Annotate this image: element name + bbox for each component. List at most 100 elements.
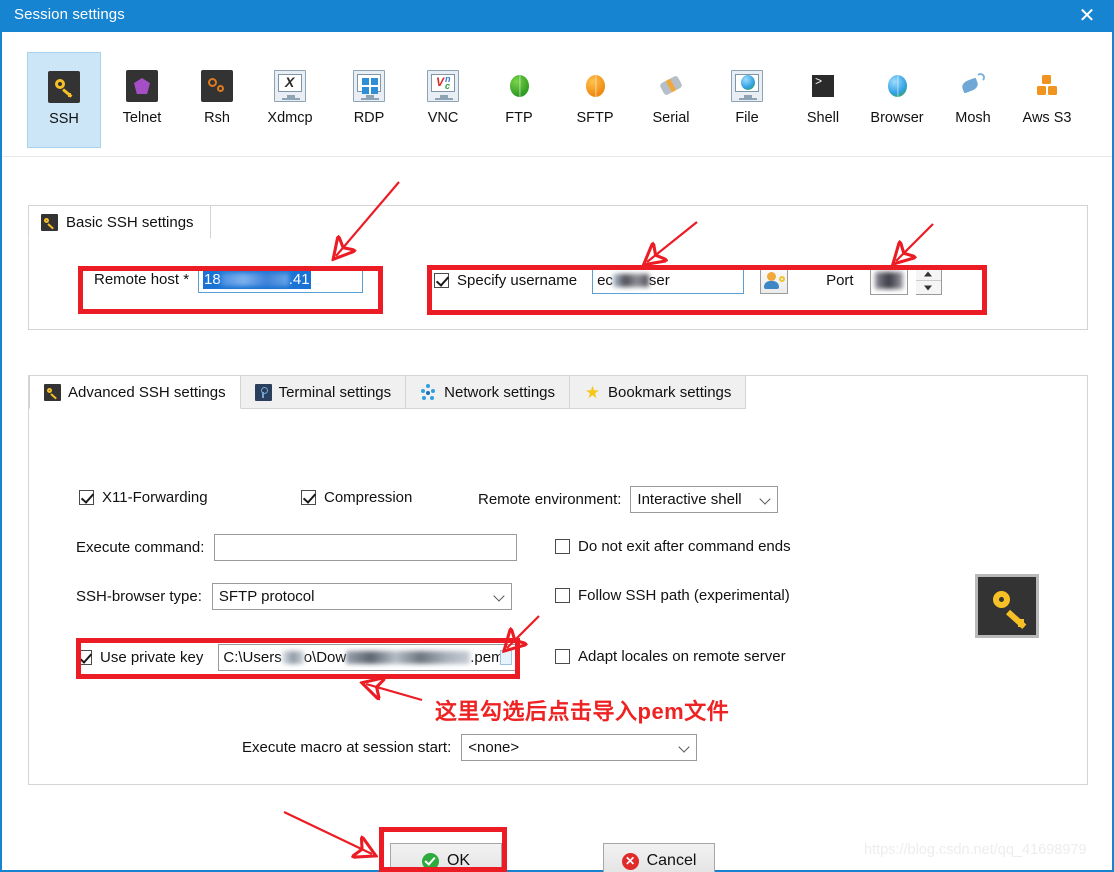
chevron-down-icon: [493, 590, 505, 602]
remote-environment-select[interactable]: Interactive shell: [630, 486, 779, 513]
do-not-exit-label: Do not exit after command ends: [578, 538, 791, 555]
file-browse-icon[interactable]: [500, 650, 513, 665]
protocol-label: Rsh: [204, 110, 230, 126]
cancel-button[interactable]: ✕ Cancel: [603, 843, 715, 872]
compression-row: Compression: [301, 489, 412, 506]
username-input[interactable]: ec ser: [592, 267, 745, 294]
protocol-sftp[interactable]: SFTP: [558, 52, 632, 148]
watermark: https://blog.csdn.net/qq_41698979: [864, 842, 1087, 858]
protocol-label: VNC: [427, 110, 459, 126]
execute-command-row: Execute command:: [76, 534, 518, 561]
protocol-label: SFTP: [576, 110, 614, 126]
protocol-aws-s3[interactable]: Aws S3: [1010, 52, 1084, 148]
gem-icon: [126, 70, 158, 102]
protocol-file[interactable]: File: [710, 52, 784, 148]
protocol-label: Telnet: [122, 110, 162, 126]
cancel-button-label: Cancel: [646, 852, 697, 869]
protocol-label: Xdmcp: [267, 110, 313, 126]
execute-macro-value: <none>: [468, 739, 520, 756]
aws-cubes-icon: [1031, 70, 1063, 102]
do-not-exit-row: Do not exit after command ends: [555, 538, 791, 555]
do-not-exit-checkbox[interactable]: [555, 539, 570, 554]
key-icon: [41, 213, 58, 231]
protocol-shell[interactable]: Shell: [786, 52, 860, 148]
private-key-path-input[interactable]: C:\Users o\Dow .pem: [218, 644, 519, 671]
star-icon: ★: [584, 382, 601, 402]
port-label: Port: [826, 272, 854, 289]
protocol-xdmcp[interactable]: X Xdmcp: [253, 52, 327, 148]
basic-ssh-settings-title: Basic SSH settings: [66, 213, 194, 231]
execute-command-label: Execute command:: [76, 539, 205, 556]
protocol-label: Aws S3: [1022, 110, 1072, 126]
port-input[interactable]: [869, 266, 908, 295]
protocol-label: File: [735, 110, 759, 126]
windows-monitor-icon: [353, 70, 385, 102]
remote-host-row: Remote host * 18.41: [94, 266, 364, 293]
settings-tabs: Advanced SSH settings Terminal settings …: [29, 375, 747, 409]
tab-terminal-settings[interactable]: Terminal settings: [240, 375, 407, 409]
select-user-button[interactable]: [760, 267, 789, 294]
adapt-locales-label: Adapt locales on remote server: [578, 648, 786, 665]
protocol-rdp[interactable]: RDP: [332, 52, 406, 148]
x11-forwarding-label: X11-Forwarding: [102, 489, 208, 506]
execute-command-input[interactable]: [214, 534, 518, 561]
x11-forwarding-checkbox[interactable]: [79, 490, 94, 505]
tab-label: Network settings: [444, 383, 556, 401]
network-icon: [420, 383, 437, 401]
chevron-down-icon: [759, 493, 772, 505]
execute-macro-row: Execute macro at session start: <none>: [242, 734, 698, 761]
execute-macro-select[interactable]: <none>: [461, 734, 698, 761]
advanced-settings-panel: Advanced SSH settings Terminal settings …: [28, 375, 1088, 785]
red-x-icon: ✕: [621, 852, 639, 870]
remote-environment-row: Remote environment: Interactive shell: [478, 486, 779, 513]
close-icon[interactable]: ✕: [1072, 3, 1102, 29]
remote-host-label: Remote host *: [94, 271, 190, 288]
title-bar: Session settings ✕: [2, 0, 1112, 32]
tab-network-settings[interactable]: Network settings: [406, 375, 571, 409]
follow-ssh-path-checkbox[interactable]: [555, 588, 570, 603]
vnc-monitor-icon: Vnc: [427, 70, 459, 102]
protocol-telnet[interactable]: Telnet: [105, 52, 179, 148]
tab-label: Bookmark settings: [608, 383, 732, 401]
terminal-icon: [254, 383, 272, 401]
ssh-browser-type-label: SSH-browser type:: [76, 588, 202, 605]
protocol-browser[interactable]: Browser: [860, 52, 934, 148]
ssh-browser-type-row: SSH-browser type: SFTP protocol: [76, 583, 512, 610]
gears-icon: [201, 70, 233, 102]
serial-plug-icon: [655, 70, 687, 102]
specify-username-row: Specify username ec ser Port: [434, 266, 942, 295]
protocol-mosh[interactable]: Mosh: [936, 52, 1010, 148]
specify-username-checkbox[interactable]: [434, 273, 449, 288]
green-globe-icon: [503, 70, 535, 102]
remote-environment-value: Interactive shell: [637, 491, 742, 508]
ssh-browser-type-value: SFTP protocol: [218, 588, 315, 605]
remote-host-input[interactable]: 18.41: [198, 266, 364, 293]
port-spinner[interactable]: [915, 266, 942, 295]
orange-globe-icon: [579, 70, 611, 102]
basic-ssh-settings-group: Basic SSH settings Remote host * 18.41 S…: [28, 205, 1088, 330]
remote-host-value: 18.41: [203, 270, 311, 289]
use-private-key-checkbox[interactable]: [77, 650, 92, 665]
basic-ssh-settings-header: Basic SSH settings: [28, 205, 211, 239]
compression-checkbox[interactable]: [301, 490, 316, 505]
protocol-label: Browser: [870, 110, 924, 126]
protocol-label: Shell: [806, 110, 840, 126]
chevron-down-icon: [678, 741, 690, 753]
follow-ssh-path-label: Follow SSH path (experimental): [578, 587, 790, 604]
protocol-vnc[interactable]: Vnc VNC: [406, 52, 480, 148]
protocol-rsh[interactable]: Rsh: [180, 52, 254, 148]
ssh-browser-type-select[interactable]: SFTP protocol: [211, 583, 512, 610]
protocol-label: FTP: [505, 110, 533, 126]
tab-advanced-ssh-settings[interactable]: Advanced SSH settings: [29, 375, 241, 409]
protocol-label: Mosh: [955, 110, 991, 126]
private-key-path-value: C:\Users o\Dow .pem: [223, 649, 504, 666]
protocol-ssh[interactable]: SSH: [27, 52, 101, 148]
protocol-serial[interactable]: Serial: [634, 52, 708, 148]
tab-bookmark-settings[interactable]: ★ Bookmark settings: [570, 375, 747, 409]
ok-button[interactable]: OK: [390, 843, 502, 872]
protocol-ftp[interactable]: FTP: [482, 52, 556, 148]
key-icon: [44, 383, 61, 401]
protocol-label: Serial: [652, 110, 690, 126]
adapt-locales-checkbox[interactable]: [555, 649, 570, 664]
specify-username-label: Specify username: [457, 272, 578, 289]
